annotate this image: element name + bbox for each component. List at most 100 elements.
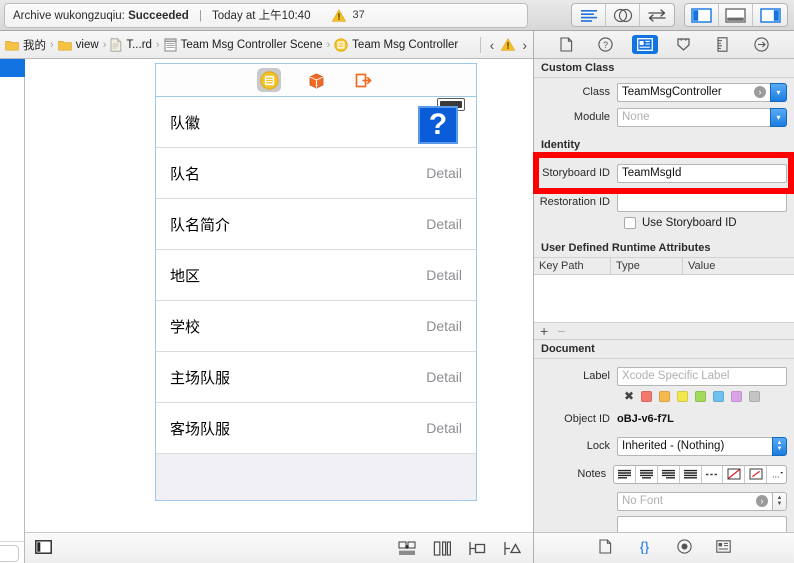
folder-icon <box>57 40 72 50</box>
bottom-panel-icon <box>725 7 746 23</box>
view-controller-dock-icon[interactable] <box>257 68 281 92</box>
connections-inspector-tab[interactable] <box>749 35 775 54</box>
font-placeholder: No Font <box>622 495 663 507</box>
align-icon[interactable] <box>432 540 453 557</box>
table-row[interactable]: 主场队服 Detail <box>156 352 476 403</box>
stack-icon[interactable] <box>397 540 418 557</box>
resolve-issues-icon[interactable] <box>502 540 523 557</box>
align-right-icon[interactable] <box>658 465 680 483</box>
dashes-icon[interactable] <box>702 465 724 483</box>
next-issue-button[interactable]: › <box>522 37 527 53</box>
media-library-icon[interactable] <box>715 540 731 556</box>
interface-builder-canvas[interactable]: 1 队徽 ? 队名 Detail 队名简介 Detail 地区 Detail 学… <box>25 59 533 532</box>
version-editor-button[interactable] <box>640 4 674 26</box>
standard-editor-button[interactable] <box>572 4 606 26</box>
status-separator: | <box>199 10 203 22</box>
align-center-icon[interactable] <box>636 465 658 483</box>
view-controller-view[interactable]: 队徽 ? 队名 Detail 队名简介 Detail 地区 Detail 学校 … <box>155 96 477 501</box>
storyboard-id-input[interactable]: TeamMsgId <box>617 163 787 183</box>
venn-circles-icon <box>613 8 632 22</box>
choose-font-icon[interactable]: › <box>756 495 768 507</box>
class-combo-button[interactable]: ▾ <box>770 82 787 102</box>
toggle-navigator-button[interactable] <box>685 4 719 26</box>
add-attribute-button[interactable]: + <box>540 324 548 338</box>
table-row[interactable]: 队徽 ? <box>156 97 476 148</box>
column-type: Type <box>611 258 683 274</box>
more-options-icon[interactable]: ... <box>767 466 786 483</box>
breadcrumb-item-4[interactable]: Team Msg Controller <box>334 37 458 52</box>
cell-detail: Detail <box>426 267 462 283</box>
size-inspector-tab[interactable] <box>710 35 736 54</box>
swatch-green[interactable] <box>695 391 707 402</box>
placeholder-question-icon: ? <box>428 108 448 141</box>
label-row: Label Xcode Specific Label <box>534 365 794 387</box>
module-input[interactable]: None <box>617 107 771 127</box>
warning-triangle-icon[interactable] <box>501 38 516 51</box>
first-responder-dock-icon[interactable]: 1 <box>304 68 328 92</box>
empty-table-area <box>156 454 476 500</box>
swatch-blue[interactable] <box>713 391 725 402</box>
no-color-icon[interactable]: ✖ <box>624 390 634 402</box>
utilities-inspector-panel: ? Custom Class Class TeamMsgController ›… <box>533 31 794 563</box>
toggle-debug-area-button[interactable] <box>719 4 753 26</box>
swatch-orange[interactable] <box>659 391 671 402</box>
class-input[interactable]: TeamMsgController › <box>617 82 771 102</box>
table-row[interactable]: 学校 Detail <box>156 301 476 352</box>
file-template-library-icon[interactable] <box>598 539 612 557</box>
table-row[interactable]: 地区 Detail <box>156 250 476 301</box>
attributes-inspector-tab[interactable] <box>671 35 697 54</box>
document-label-input[interactable]: Xcode Specific Label <box>617 366 787 386</box>
table-row[interactable]: 客场队服 Detail <box>156 403 476 454</box>
breadcrumb-item-2[interactable]: T...rd <box>110 37 152 52</box>
breadcrumb-item-0[interactable]: 我的 <box>5 37 46 53</box>
navigator-selected-row[interactable] <box>0 59 25 77</box>
runtime-attributes-table-body[interactable] <box>534 275 794 323</box>
circle-in-circle-glyph <box>676 539 692 554</box>
toggle-document-outline-button[interactable] <box>35 539 52 557</box>
activity-status-pill[interactable]: Archive wukongzuqiu: Succeeded | Today a… <box>4 2 528 28</box>
font-field[interactable]: No Font › <box>617 491 773 511</box>
toggle-utilities-button[interactable] <box>753 4 787 26</box>
object-library-icon[interactable] <box>676 539 692 557</box>
module-combo-button[interactable]: ▾ <box>770 107 787 127</box>
status-result: Succeeded <box>128 10 189 22</box>
jump-to-class-icon[interactable]: › <box>754 86 766 98</box>
table-row[interactable]: 队名 Detail <box>156 148 476 199</box>
breadcrumb-chevron-3: › <box>326 38 331 51</box>
breadcrumb-item-1[interactable]: view <box>57 39 99 51</box>
use-storyboard-id-row[interactable]: Use Storyboard ID <box>534 217 794 229</box>
identity-inspector-tab[interactable] <box>631 35 658 54</box>
text-color-icon[interactable] <box>723 465 746 483</box>
assistant-editor-button[interactable] <box>606 4 640 26</box>
pin-icon[interactable] <box>467 540 488 557</box>
align-left-icon[interactable] <box>614 465 636 483</box>
use-storyboard-id-label: Use Storyboard ID <box>642 217 737 229</box>
cell-image-placeholder[interactable]: ? <box>418 98 465 144</box>
swatch-yellow[interactable] <box>677 391 689 402</box>
code-snippet-library-icon[interactable]: {} <box>636 539 653 557</box>
font-size-stepper[interactable]: ▲ ▼ <box>772 491 787 511</box>
remove-attribute-button[interactable]: − <box>557 324 565 338</box>
align-left-glyph <box>618 469 632 478</box>
warning-indicator[interactable]: 37 <box>332 8 365 22</box>
stack-glyph <box>398 540 416 555</box>
table-row[interactable]: 队名简介 Detail <box>156 199 476 250</box>
warning-triangle-icon <box>332 8 347 22</box>
exit-dock-icon[interactable] <box>351 68 375 92</box>
breadcrumb-item-3[interactable]: Team Msg Controller Scene <box>164 38 323 52</box>
lock-stepper-button[interactable]: ▲ ▼ <box>772 436 787 456</box>
lines-icon <box>580 10 597 22</box>
swatch-gray[interactable] <box>749 391 761 402</box>
document-section-header: Document <box>534 340 794 359</box>
quick-help-tab[interactable]: ? <box>593 35 619 54</box>
restoration-id-input[interactable] <box>617 192 787 212</box>
navigator-filter-field[interactable] <box>0 545 19 562</box>
align-justify-icon[interactable] <box>680 465 702 483</box>
swatch-red[interactable] <box>641 391 653 402</box>
swatch-purple[interactable] <box>731 391 743 402</box>
background-color-icon[interactable] <box>745 465 768 483</box>
use-storyboard-id-checkbox[interactable] <box>624 217 636 229</box>
lock-select[interactable]: Inherited - (Nothing) <box>617 436 773 456</box>
file-inspector-tab[interactable] <box>554 35 580 54</box>
previous-issue-button[interactable]: ‹ <box>490 37 495 53</box>
